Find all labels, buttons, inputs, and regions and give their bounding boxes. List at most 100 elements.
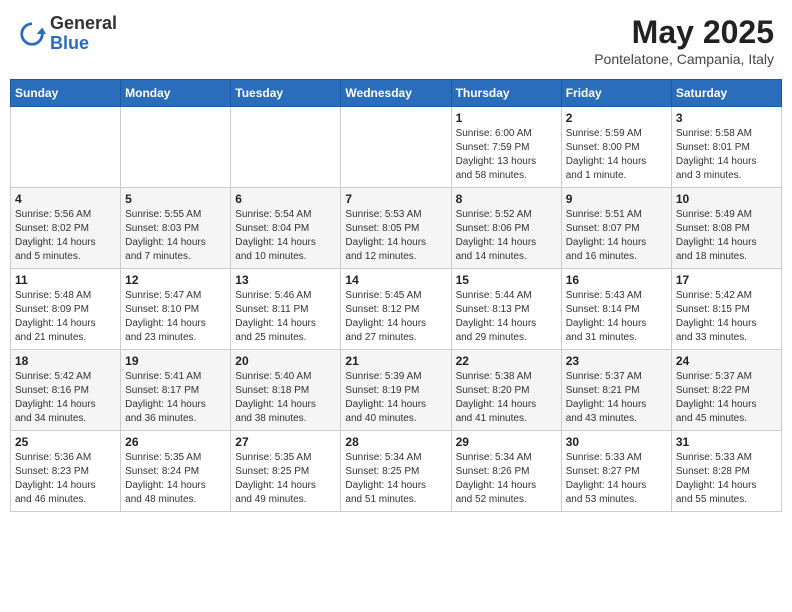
calendar-cell: 20Sunrise: 5:40 AM Sunset: 8:18 PM Dayli… [231, 350, 341, 431]
day-number: 3 [676, 111, 777, 125]
day-number: 15 [456, 273, 557, 287]
calendar-cell: 10 Sunrise: 5:49 AM Sunset: 8:08 PM Dayli… [671, 188, 781, 269]
logo-icon [18, 20, 46, 48]
weekday-row: SundayMondayTuesdayWednesdayThursdayFrid… [11, 80, 782, 107]
calendar-week-row: 4 Sunrise: 5:56 AM Sunset: 8:02 PM Daylig… [11, 188, 782, 269]
calendar-table: SundayMondayTuesdayWednesdayThursdayFrid… [10, 79, 782, 512]
day-info: Sunrise: 5:45 AM Sunset: 8:12 PM Dayligh… [345, 289, 446, 345]
calendar-cell: 5 Sunrise: 5:55 AM Sunset: 8:03 PM Daylig… [121, 188, 231, 269]
calendar-cell: 7Sunrise: 5:53 AM Sunset: 8:05 PM Daylig… [341, 188, 451, 269]
calendar-cell: 16 Sunrise: 5:43 AM Sunset: 8:14 PM Dayli… [561, 269, 671, 350]
calendar-cell: 24Sunrise: 5:37 AM Sunset: 8:22 PM Dayli… [671, 350, 781, 431]
weekday-header: Tuesday [231, 80, 341, 107]
title-block: May 2025 Pontelatone, Campania, Italy [594, 14, 774, 67]
day-info: Sunrise: 5:51 AM Sunset: 8:07 PM Dayligh… [566, 208, 667, 264]
day-number: 10 [676, 192, 777, 206]
calendar-body: 1 Sunrise: 6:00 AM Sunset: 7:59 PM Daylig… [11, 107, 782, 512]
day-info: Sunrise: 5:36 AM Sunset: 8:23 PM Dayligh… [15, 451, 116, 507]
calendar-week-row: 11 Sunrise: 5:48 AM Sunset: 8:09 PM Dayli… [11, 269, 782, 350]
day-info: Sunrise: 5:56 AM Sunset: 8:02 PM Dayligh… [15, 208, 116, 264]
calendar-cell: 11 Sunrise: 5:48 AM Sunset: 8:09 PM Dayli… [11, 269, 121, 350]
day-number: 16 [566, 273, 667, 287]
day-number: 23 [566, 354, 667, 368]
day-info: Sunrise: 5:42 AM Sunset: 8:16 PM Dayligh… [15, 370, 116, 426]
day-info: Sunrise: 5:35 AM Sunset: 8:25 PM Dayligh… [235, 451, 336, 507]
calendar-cell: 8 Sunrise: 5:52 AM Sunset: 8:06 PM Daylig… [451, 188, 561, 269]
day-info: Sunrise: 5:58 AM Sunset: 8:01 PM Dayligh… [676, 127, 777, 183]
calendar-cell [11, 107, 121, 188]
day-number: 8 [456, 192, 557, 206]
calendar-cell: 1 Sunrise: 6:00 AM Sunset: 7:59 PM Daylig… [451, 107, 561, 188]
calendar-cell: 15 Sunrise: 5:44 AM Sunset: 8:13 PM Dayli… [451, 269, 561, 350]
calendar-cell: 6 Sunrise: 5:54 AM Sunset: 8:04 PM Daylig… [231, 188, 341, 269]
calendar-cell: 22Sunrise: 5:38 AM Sunset: 8:20 PM Dayli… [451, 350, 561, 431]
day-number: 11 [15, 273, 116, 287]
day-number: 14 [345, 273, 446, 287]
day-info: Sunrise: 5:49 AM Sunset: 8:08 PM Dayligh… [676, 208, 777, 264]
day-number: 4 [15, 192, 116, 206]
day-info: Sunrise: 6:00 AM Sunset: 7:59 PM Dayligh… [456, 127, 557, 183]
calendar-cell: 23 Sunrise: 5:37 AM Sunset: 8:21 PM Dayli… [561, 350, 671, 431]
calendar-cell [231, 107, 341, 188]
calendar-cell: 28Sunrise: 5:34 AM Sunset: 8:25 PM Dayli… [341, 431, 451, 512]
calendar-cell: 30 Sunrise: 5:33 AM Sunset: 8:27 PM Dayli… [561, 431, 671, 512]
calendar-cell [341, 107, 451, 188]
calendar-header: SundayMondayTuesdayWednesdayThursdayFrid… [11, 80, 782, 107]
day-number: 5 [125, 192, 226, 206]
weekday-header: Friday [561, 80, 671, 107]
day-number: 29 [456, 435, 557, 449]
day-info: Sunrise: 5:41 AM Sunset: 8:17 PM Dayligh… [125, 370, 226, 426]
calendar-week-row: 1 Sunrise: 6:00 AM Sunset: 7:59 PM Daylig… [11, 107, 782, 188]
calendar-title: May 2025 [594, 14, 774, 51]
day-info: Sunrise: 5:54 AM Sunset: 8:04 PM Dayligh… [235, 208, 336, 264]
day-number: 30 [566, 435, 667, 449]
day-info: Sunrise: 5:44 AM Sunset: 8:13 PM Dayligh… [456, 289, 557, 345]
logo-blue-text: Blue [50, 34, 117, 54]
day-info: Sunrise: 5:37 AM Sunset: 8:21 PM Dayligh… [566, 370, 667, 426]
day-number: 18 [15, 354, 116, 368]
logo-general-text: General [50, 14, 117, 34]
calendar-subtitle: Pontelatone, Campania, Italy [594, 51, 774, 67]
calendar-week-row: 18 Sunrise: 5:42 AM Sunset: 8:16 PM Dayli… [11, 350, 782, 431]
day-number: 19 [125, 354, 226, 368]
calendar-cell: 4 Sunrise: 5:56 AM Sunset: 8:02 PM Daylig… [11, 188, 121, 269]
day-number: 13 [235, 273, 336, 287]
day-info: Sunrise: 5:59 AM Sunset: 8:00 PM Dayligh… [566, 127, 667, 183]
day-info: Sunrise: 5:52 AM Sunset: 8:06 PM Dayligh… [456, 208, 557, 264]
day-info: Sunrise: 5:34 AM Sunset: 8:25 PM Dayligh… [345, 451, 446, 507]
day-info: Sunrise: 5:43 AM Sunset: 8:14 PM Dayligh… [566, 289, 667, 345]
calendar-cell: 26Sunrise: 5:35 AM Sunset: 8:24 PM Dayli… [121, 431, 231, 512]
day-number: 31 [676, 435, 777, 449]
day-info: Sunrise: 5:42 AM Sunset: 8:15 PM Dayligh… [676, 289, 777, 345]
calendar-cell: 14 Sunrise: 5:45 AM Sunset: 8:12 PM Dayli… [341, 269, 451, 350]
day-info: Sunrise: 5:33 AM Sunset: 8:28 PM Dayligh… [676, 451, 777, 507]
page-header: General Blue May 2025 Pontelatone, Campa… [10, 10, 782, 71]
weekday-header: Monday [121, 80, 231, 107]
weekday-header: Thursday [451, 80, 561, 107]
day-number: 1 [456, 111, 557, 125]
day-number: 22 [456, 354, 557, 368]
day-number: 12 [125, 273, 226, 287]
calendar-cell: 9Sunrise: 5:51 AM Sunset: 8:07 PM Daylig… [561, 188, 671, 269]
day-info: Sunrise: 5:55 AM Sunset: 8:03 PM Dayligh… [125, 208, 226, 264]
logo: General Blue [18, 14, 117, 54]
weekday-header: Wednesday [341, 80, 451, 107]
day-info: Sunrise: 5:33 AM Sunset: 8:27 PM Dayligh… [566, 451, 667, 507]
day-number: 24 [676, 354, 777, 368]
day-number: 17 [676, 273, 777, 287]
day-number: 2 [566, 111, 667, 125]
calendar-cell: 27Sunrise: 5:35 AM Sunset: 8:25 PM Dayli… [231, 431, 341, 512]
day-number: 6 [235, 192, 336, 206]
day-info: Sunrise: 5:53 AM Sunset: 8:05 PM Dayligh… [345, 208, 446, 264]
weekday-header: Sunday [11, 80, 121, 107]
weekday-header: Saturday [671, 80, 781, 107]
calendar-cell: 13 Sunrise: 5:46 AM Sunset: 8:11 PM Dayli… [231, 269, 341, 350]
day-info: Sunrise: 5:48 AM Sunset: 8:09 PM Dayligh… [15, 289, 116, 345]
calendar-cell [121, 107, 231, 188]
calendar-cell: 31 Sunrise: 5:33 AM Sunset: 8:28 PM Dayli… [671, 431, 781, 512]
calendar-cell: 17 Sunrise: 5:42 AM Sunset: 8:15 PM Dayli… [671, 269, 781, 350]
day-info: Sunrise: 5:46 AM Sunset: 8:11 PM Dayligh… [235, 289, 336, 345]
calendar-cell: 18 Sunrise: 5:42 AM Sunset: 8:16 PM Dayli… [11, 350, 121, 431]
calendar-cell: 21Sunrise: 5:39 AM Sunset: 8:19 PM Dayli… [341, 350, 451, 431]
day-number: 26 [125, 435, 226, 449]
